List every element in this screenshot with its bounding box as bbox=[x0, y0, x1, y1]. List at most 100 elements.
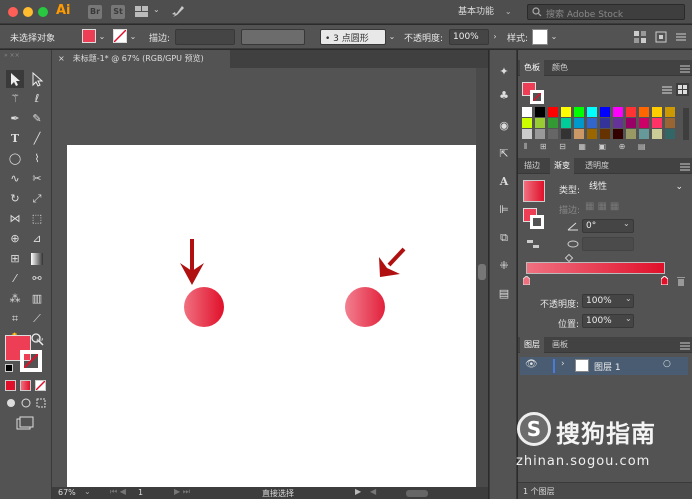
draw-normal-icon[interactable] bbox=[5, 397, 17, 409]
minimize-window-button[interactable] bbox=[23, 7, 33, 17]
chevron-down-icon[interactable]: ⌄ bbox=[128, 29, 138, 45]
delete-stop-icon[interactable] bbox=[676, 276, 686, 286]
scale-tool-icon[interactable]: ⤢ bbox=[28, 190, 46, 208]
zoom-window-button[interactable] bbox=[38, 7, 48, 17]
export-icon[interactable]: ⇱ bbox=[496, 146, 512, 162]
swap-fill-stroke-icon[interactable]: ↩ bbox=[36, 336, 44, 346]
tab-transparency[interactable]: 透明度 bbox=[581, 158, 613, 174]
magic-wand-tool-icon[interactable]: ⚚ bbox=[6, 90, 24, 108]
color-swatch[interactable] bbox=[574, 129, 584, 139]
color-mode-button[interactable] bbox=[5, 380, 16, 391]
stroke-weight-field[interactable] bbox=[175, 29, 235, 45]
pathfinder-icon[interactable]: ⧉ bbox=[496, 230, 512, 246]
color-swatch[interactable] bbox=[626, 118, 636, 128]
perspective-grid-tool-icon[interactable]: ⊿ bbox=[28, 230, 46, 248]
color-swatch[interactable] bbox=[613, 118, 623, 128]
chevron-down-icon[interactable]: ⌄ bbox=[549, 29, 559, 45]
align-panel-icon[interactable]: ⊫ bbox=[496, 202, 512, 218]
visibility-eye-icon[interactable]: 👁 bbox=[525, 359, 538, 370]
color-swatch[interactable] bbox=[535, 118, 545, 128]
ellipse-tool-icon[interactable]: ◯ bbox=[6, 150, 24, 168]
tab-color[interactable]: 颜色 bbox=[548, 60, 572, 76]
puppet-warp-icon[interactable]: ✦ bbox=[496, 64, 512, 80]
tab-layers[interactable]: 图层 bbox=[520, 337, 544, 353]
transform-icon[interactable] bbox=[654, 30, 668, 44]
artboard-tool-icon[interactable]: ⌗ bbox=[6, 310, 24, 328]
pen-tool-icon[interactable]: ✒ bbox=[6, 110, 24, 128]
color-swatch[interactable] bbox=[613, 129, 623, 139]
brush-definition[interactable]: • 3 点圆形 bbox=[320, 29, 386, 45]
swatch-scrollbar[interactable] bbox=[683, 108, 689, 140]
gradient-slider-bar[interactable] bbox=[526, 262, 665, 274]
color-swatch[interactable] bbox=[665, 107, 675, 117]
color-swatch[interactable] bbox=[626, 129, 636, 139]
character-icon[interactable]: A bbox=[496, 174, 512, 190]
stock-search-input[interactable]: 搜索 Adobe Stock bbox=[527, 4, 685, 20]
color-swatch[interactable] bbox=[561, 129, 571, 139]
change-screen-mode-icon[interactable] bbox=[16, 416, 34, 430]
color-swatch[interactable] bbox=[548, 129, 558, 139]
gradient-midpoint-diamond[interactable] bbox=[564, 253, 574, 263]
fill-swatch[interactable] bbox=[82, 29, 96, 43]
color-swatch[interactable] bbox=[639, 129, 649, 139]
panel-menu-icon[interactable] bbox=[680, 341, 690, 350]
color-swatch[interactable] bbox=[665, 118, 675, 128]
layer-name[interactable]: 图层 1 bbox=[594, 360, 621, 373]
toolbar-grip[interactable]: » ×× bbox=[4, 53, 48, 59]
swatch-stroke-preview[interactable] bbox=[530, 90, 544, 104]
tab-gradient[interactable]: 渐变 bbox=[550, 158, 574, 174]
layer-target-icon[interactable]: ○ bbox=[663, 359, 671, 369]
gradient-stroke-box[interactable] bbox=[530, 215, 544, 229]
swatch-footer-icons[interactable]: ⫴ ⊞ ⊟ ▦ ▣ ⊕ ▤ bbox=[524, 142, 650, 152]
stroke-gradient-options-icon[interactable]: ▦▦▦ bbox=[585, 201, 627, 215]
chevron-down-icon[interactable]: ⌄ bbox=[387, 29, 397, 45]
direct-selection-tool-icon[interactable] bbox=[28, 70, 46, 88]
color-swatch[interactable] bbox=[535, 129, 545, 139]
gradient-stop-end[interactable] bbox=[661, 276, 668, 285]
color-swatch[interactable] bbox=[626, 107, 636, 117]
color-swatch[interactable] bbox=[548, 118, 558, 128]
mesh-tool-icon[interactable]: ⊞ bbox=[6, 250, 24, 268]
shaper-tool-icon[interactable]: ∿ bbox=[6, 170, 24, 188]
gradient-stop-start[interactable] bbox=[523, 276, 530, 285]
close-window-button[interactable] bbox=[8, 7, 18, 17]
color-swatch[interactable] bbox=[600, 107, 610, 117]
color-swatch[interactable] bbox=[522, 129, 532, 139]
slice-tool-icon[interactable]: ⟋ bbox=[28, 310, 46, 328]
shape-builder-tool-icon[interactable]: ⊕ bbox=[6, 230, 24, 248]
scroll-left-icon[interactable]: ◀ bbox=[370, 487, 376, 496]
color-swatch[interactable] bbox=[587, 129, 597, 139]
color-swatch[interactable] bbox=[652, 129, 662, 139]
color-swatch[interactable] bbox=[600, 129, 610, 139]
chevron-down-icon[interactable]: ⌄ bbox=[153, 5, 160, 14]
tab-swatches[interactable]: 色板 bbox=[520, 60, 544, 76]
chevron-down-icon[interactable]: ⌄ bbox=[623, 219, 635, 233]
line-tool-icon[interactable]: ╱ bbox=[28, 130, 46, 148]
horizontal-scroll-thumb[interactable] bbox=[406, 490, 428, 497]
tab-stroke[interactable]: 描边 bbox=[520, 158, 544, 174]
draw-behind-icon[interactable] bbox=[20, 397, 32, 409]
draw-inside-icon[interactable] bbox=[35, 397, 47, 409]
gradient-type-select[interactable]: 线性 ⌄ bbox=[586, 181, 686, 195]
gradient-aspect-input[interactable] bbox=[582, 237, 634, 251]
panel-menu-icon[interactable] bbox=[680, 162, 690, 171]
panel-menu-icon[interactable] bbox=[680, 64, 690, 73]
next-artboard-icon[interactable]: ▶ ⏭ bbox=[174, 487, 190, 497]
column-graph-tool-icon[interactable]: ▥ bbox=[28, 290, 46, 308]
document-tab[interactable]: × 未标题-1* @ 67% (RGB/GPU 预览) bbox=[52, 50, 230, 68]
eyedropper-tool-icon[interactable]: ⁄ bbox=[6, 270, 24, 288]
color-swatch[interactable] bbox=[652, 107, 662, 117]
stroke-color-box[interactable] bbox=[20, 350, 42, 372]
none-mode-button[interactable] bbox=[35, 380, 46, 391]
tab-artboards[interactable]: 画板 bbox=[548, 337, 572, 353]
color-swatch[interactable] bbox=[639, 107, 649, 117]
lasso-tool-icon[interactable]: ℓ bbox=[28, 90, 46, 108]
selection-tool-icon[interactable] bbox=[6, 70, 24, 88]
chevron-down-icon[interactable]: ⌄ bbox=[625, 314, 635, 328]
color-swatch[interactable] bbox=[535, 107, 545, 117]
color-swatch[interactable] bbox=[561, 118, 571, 128]
first-artboard-icon[interactable]: ⏮ ◀ bbox=[110, 487, 126, 497]
workspace-switcher[interactable]: 基本功能 ⌄ bbox=[458, 4, 518, 20]
blend-tool-icon[interactable]: ⚯ bbox=[28, 270, 46, 288]
symbol-sprayer-tool-icon[interactable]: ⁂ bbox=[6, 290, 24, 308]
